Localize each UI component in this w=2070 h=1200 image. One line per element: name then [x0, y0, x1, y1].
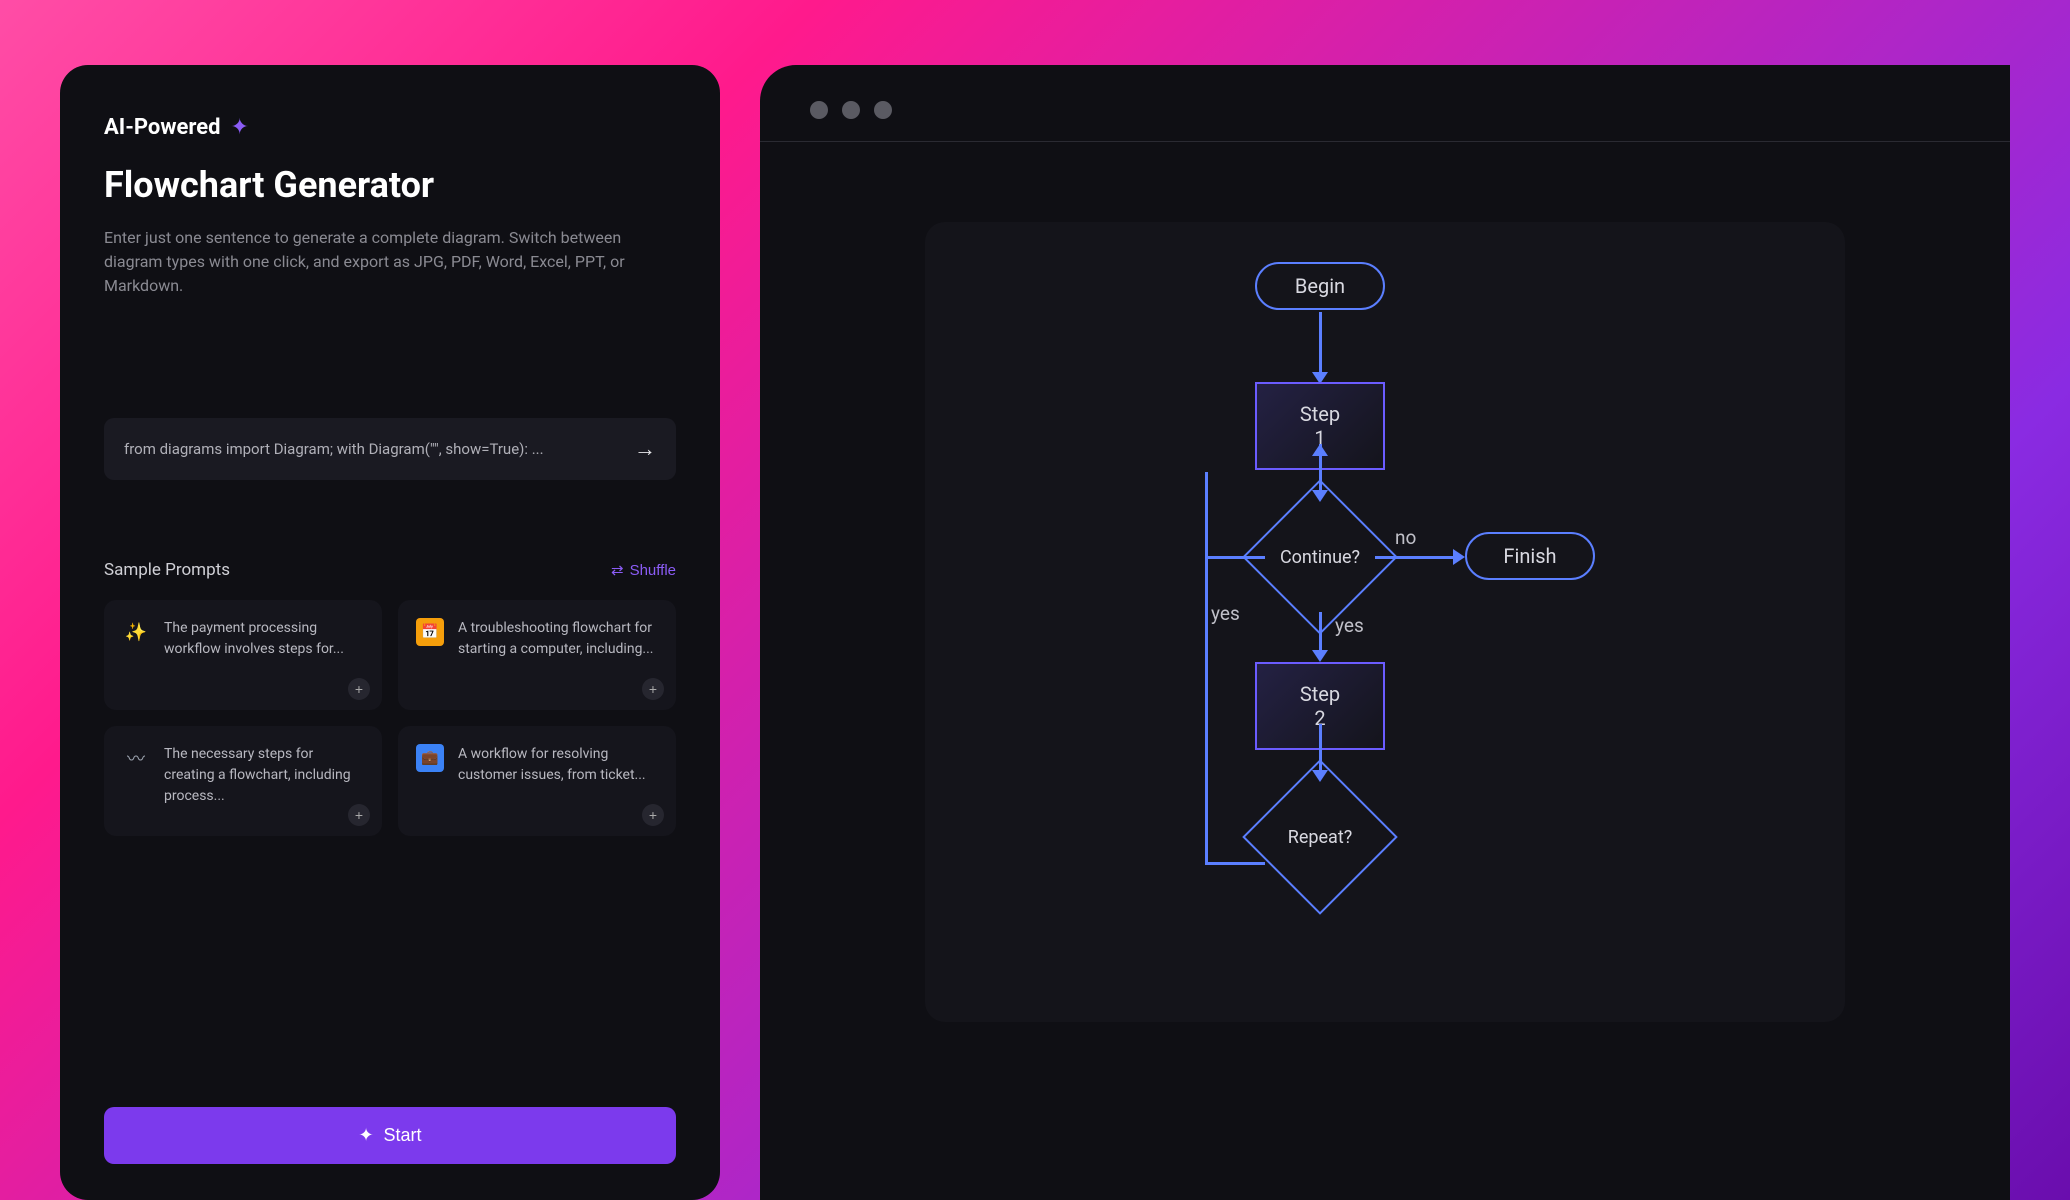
shuffle-label: Shuffle: [630, 562, 676, 579]
submit-arrow-button[interactable]: →: [634, 436, 656, 462]
arrow-up-icon: [1312, 444, 1328, 456]
arrow-right-icon: →: [634, 436, 656, 461]
sample-card-text: A workflow for resolving customer issues…: [458, 744, 658, 786]
pulse-icon: 〰: [122, 744, 150, 772]
sample-prompts-label: Sample Prompts: [104, 560, 230, 580]
flowchart-canvas[interactable]: Begin Step 1 Continue? no Finish yes: [925, 222, 1845, 1022]
flow-continue-node[interactable]: Continue?: [1265, 502, 1375, 612]
canvas-wrap: Begin Step 1 Continue? no Finish yes: [760, 142, 2010, 1200]
sample-card[interactable]: ✨ The payment processing workflow involv…: [104, 600, 382, 710]
generator-panel: AI-Powered ✦ Flowchart Generator Enter j…: [60, 65, 720, 1200]
add-prompt-button[interactable]: +: [348, 678, 370, 700]
add-prompt-button[interactable]: +: [348, 804, 370, 826]
sample-card-text: A troubleshooting flowchart for starting…: [458, 618, 658, 660]
add-prompt-button[interactable]: +: [642, 678, 664, 700]
sparkle-icon: ✦: [231, 115, 249, 140]
wand-icon: ✨: [122, 618, 150, 646]
sample-card[interactable]: 💼 A workflow for resolving customer issu…: [398, 726, 676, 836]
window-controls: [760, 65, 2010, 142]
shuffle-icon: ⇄: [611, 561, 624, 579]
add-prompt-button[interactable]: +: [642, 804, 664, 826]
start-button[interactable]: ✦ Start: [104, 1107, 676, 1164]
flow-edge: [1205, 556, 1265, 559]
ai-powered-badge: AI-Powered: [104, 115, 221, 140]
flow-edge: [1205, 862, 1265, 865]
flow-edge: [1375, 556, 1455, 559]
window-dot: [810, 101, 828, 119]
sample-prompts-header: Sample Prompts ⇄ Shuffle: [104, 560, 676, 580]
start-label: Start: [384, 1125, 422, 1146]
flow-edge-label-no: no: [1395, 526, 1416, 549]
briefcase-icon: 💼: [416, 744, 444, 772]
flow-edge: [1205, 472, 1208, 862]
flow-edge: [1319, 312, 1322, 377]
shuffle-button[interactable]: ⇄ Shuffle: [611, 561, 676, 579]
page-description: Enter just one sentence to generate a co…: [104, 226, 676, 298]
flow-edge-label-yes: yes: [1335, 614, 1364, 637]
flow-finish-node[interactable]: Finish: [1465, 532, 1595, 580]
flow-begin-node[interactable]: Begin: [1255, 262, 1385, 310]
sample-card-text: The necessary steps for creating a flowc…: [164, 744, 364, 807]
calendar-icon: 📅: [416, 618, 444, 646]
prompt-input[interactable]: from diagrams import Diagram; with Diagr…: [104, 418, 676, 480]
flow-edge-label-yes-loop: yes: [1211, 602, 1240, 625]
prompt-input-text: from diagrams import Diagram; with Diagr…: [124, 440, 634, 458]
window-dot: [874, 101, 892, 119]
sample-card[interactable]: 〰 The necessary steps for creating a flo…: [104, 726, 382, 836]
sample-card[interactable]: 📅 A troubleshooting flowchart for starti…: [398, 600, 676, 710]
sample-card-text: The payment processing workflow involves…: [164, 618, 364, 660]
page-title: Flowchart Generator: [104, 164, 676, 206]
sample-cards-grid: ✨ The payment processing workflow involv…: [104, 600, 676, 836]
badge-row: AI-Powered ✦: [104, 115, 676, 140]
flow-repeat-node[interactable]: Repeat?: [1265, 782, 1375, 892]
arrow-down-icon: [1312, 650, 1328, 662]
arrow-right-icon: [1453, 549, 1465, 565]
sparkle-icon: ✦: [358, 1125, 373, 1146]
preview-window: Begin Step 1 Continue? no Finish yes: [760, 65, 2010, 1200]
flow-edge: [1319, 612, 1322, 654]
window-dot: [842, 101, 860, 119]
